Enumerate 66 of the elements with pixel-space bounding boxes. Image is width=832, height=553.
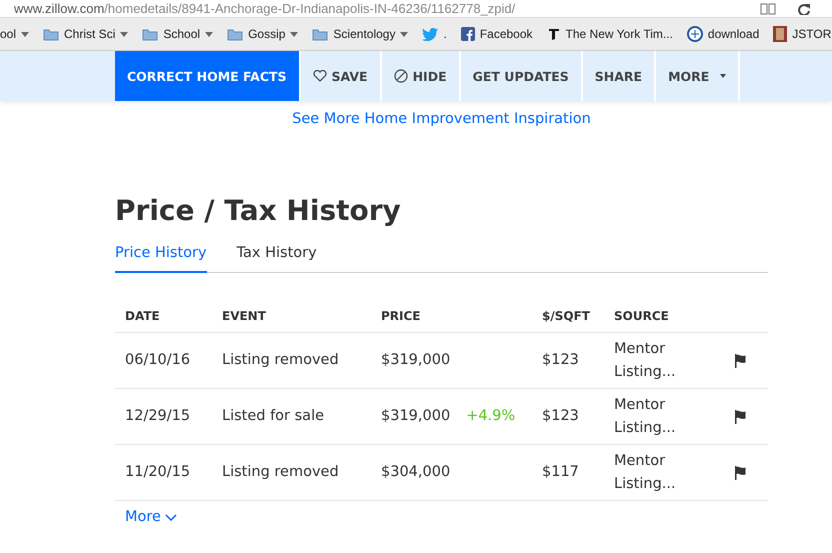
folder-icon <box>312 28 328 40</box>
bookmark-folder[interactable]: School <box>142 27 214 41</box>
bookmark-folder[interactable]: Gossip <box>227 27 298 41</box>
bookmark-link[interactable]: . <box>422 27 447 41</box>
caret-icon <box>720 74 726 78</box>
folder-icon <box>142 28 158 40</box>
flag-icon[interactable] <box>734 354 746 368</box>
table-cell: Mentor Listing... <box>604 333 724 389</box>
flag-icon[interactable] <box>734 410 746 424</box>
address-bar-url[interactable]: www.zillow.com/homedetails/8941-Anchorage-Dr-Indianapolis-IN-46236/1162778_zpid/ <box>14 1 756 16</box>
price-text: $319,000 <box>381 351 450 370</box>
table-cell: 11/20/15 <box>115 445 212 501</box>
caret-icon <box>120 32 128 36</box>
bookmark-folder[interactable]: Scientology <box>312 27 408 41</box>
action-button[interactable]: CORRECT HOME FACTS <box>115 51 301 101</box>
column-header: SOURCE <box>604 301 724 333</box>
journal-icon <box>773 26 788 42</box>
table-cell: 06/10/16 <box>115 333 212 389</box>
chevron-down-icon <box>164 514 177 520</box>
flag-icon[interactable] <box>734 466 746 480</box>
column-header: PRICE <box>371 301 532 333</box>
caret-icon <box>290 32 298 36</box>
facebook-icon <box>460 27 475 41</box>
bookmark-link[interactable]: JSTOR <box>773 26 832 42</box>
globe-icon <box>686 26 703 42</box>
column-header: EVENT <box>212 301 371 333</box>
action-button[interactable]: SAVE <box>300 51 382 101</box>
prohibited-icon <box>394 69 408 83</box>
tab[interactable]: Price History <box>115 241 207 273</box>
price-change: +4.9% <box>466 407 516 426</box>
table-cell: Listed for sale <box>212 389 371 445</box>
table-cell: $123 <box>532 333 604 389</box>
bookmark-folder[interactable]: ool <box>0 27 30 41</box>
table-cell: 12/29/15 <box>115 389 212 445</box>
table-cell: $123 <box>532 389 604 445</box>
table-cell: Mentor Listing... <box>604 389 724 445</box>
caret-icon <box>400 32 408 36</box>
column-header: DATE <box>115 301 212 333</box>
book-icon <box>760 2 776 14</box>
gothic-letter-icon <box>546 27 561 41</box>
bookmark-link[interactable]: The New York Tim... <box>546 27 673 41</box>
inspiration-link[interactable]: See More Home Improvement Inspiration <box>292 111 591 127</box>
bird-icon <box>422 28 438 40</box>
column-header: $/SQFT <box>532 301 604 333</box>
bookmark-link[interactable]: Facebook <box>460 27 533 41</box>
bookmark-link[interactable]: download <box>686 26 760 42</box>
folder-icon <box>227 28 244 40</box>
more-menu-button[interactable]: MORE <box>656 51 740 101</box>
price-text: $304,000 <box>381 463 450 482</box>
table-cell: Mentor Listing... <box>604 445 724 501</box>
table-cell: $117 <box>532 445 604 501</box>
section-title: Price / Tax History <box>115 194 402 227</box>
price-text: $319,000 <box>381 407 450 426</box>
bookmark-folder[interactable]: Christ Sci <box>43 27 128 41</box>
caret-icon <box>21 32 30 36</box>
more-link[interactable]: More <box>125 509 177 525</box>
table-cell: Listing removed <box>212 333 371 389</box>
action-button[interactable]: SHARE <box>582 51 656 101</box>
caret-icon <box>205 32 214 36</box>
heart-icon <box>312 70 327 82</box>
folder-icon <box>43 28 60 40</box>
reload-icon[interactable] <box>798 2 810 14</box>
table-cell: Listing removed <box>212 445 371 501</box>
action-button[interactable]: HIDE <box>382 51 461 101</box>
action-button[interactable]: GET UPDATES <box>460 51 583 101</box>
tab[interactable]: Tax History <box>236 241 317 273</box>
